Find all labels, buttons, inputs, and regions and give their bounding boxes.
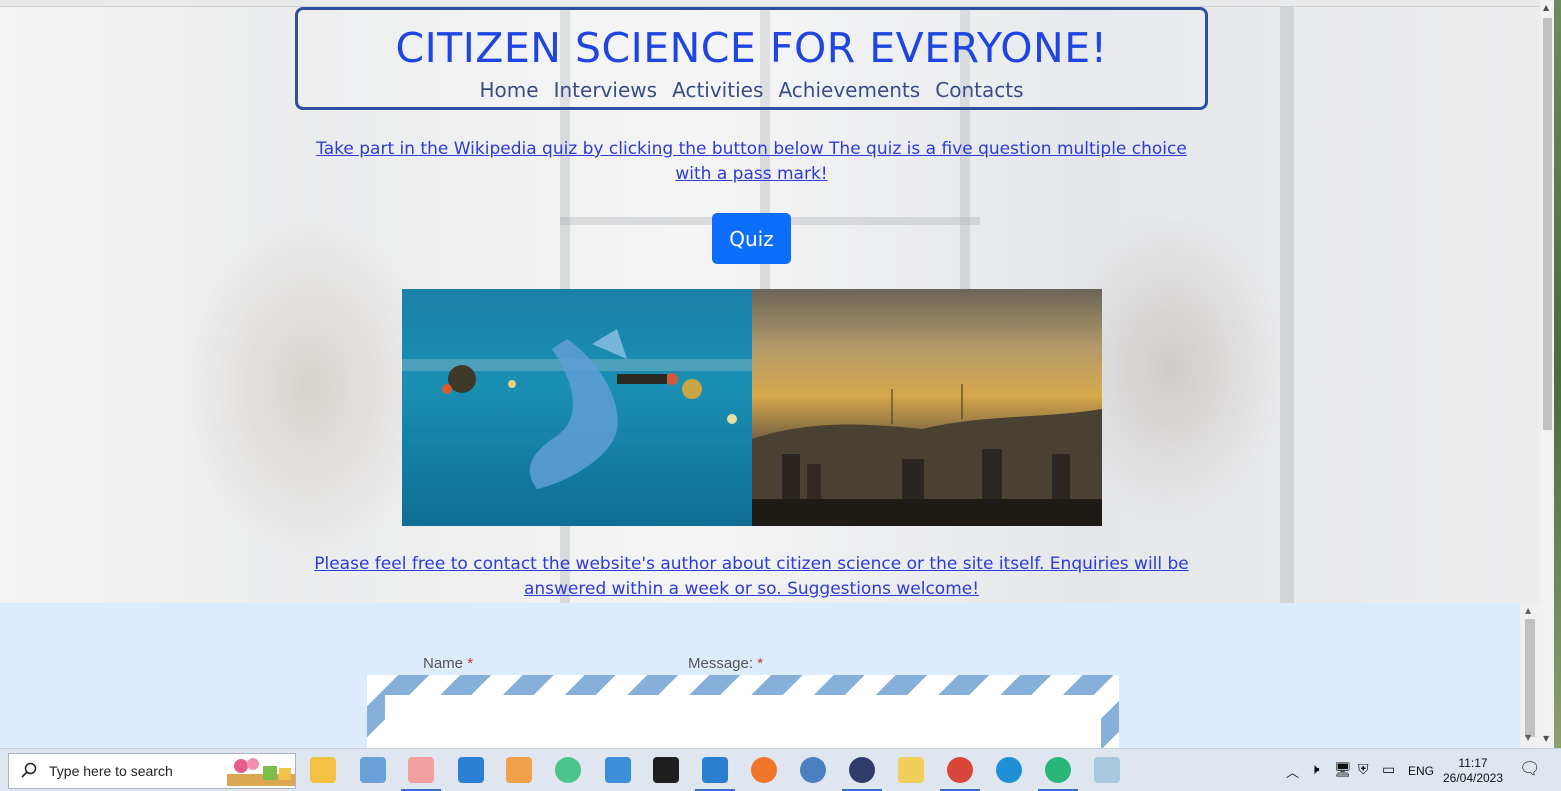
- search-highlight-icon: [227, 758, 295, 786]
- chat-app-icon[interactable]: [1045, 757, 1071, 783]
- form-scrollbar[interactable]: ▲ ▼: [1520, 603, 1540, 748]
- site-title: CITIZEN SCIENCE FOR EVERYONE!: [395, 24, 1108, 72]
- taskbar-search[interactable]: Type here to search: [8, 753, 296, 789]
- firefox-icon[interactable]: [751, 757, 777, 783]
- paint-icon[interactable]: [360, 757, 386, 783]
- contact-invitation-link[interactable]: Please feel free to contact the website'…: [295, 552, 1208, 602]
- nav-home[interactable]: Home: [479, 78, 538, 102]
- contact-form-section: Name * Message: *: [0, 603, 1540, 748]
- page-scrollbar-thumb[interactable]: [1543, 18, 1552, 430]
- contact-form-envelope: [367, 675, 1119, 748]
- control-panel-icon[interactable]: [605, 757, 631, 783]
- browser-viewport: CITIZEN SCIENCE FOR EVERYONE! Home Inter…: [0, 0, 1540, 748]
- windows-taskbar: Type here to search ︿ 🕨 🖥 ⛨ ▭ ENG 11:17 …: [0, 748, 1561, 791]
- battery-icon[interactable]: ▭: [1382, 761, 1395, 778]
- clock-time: 11:17: [1458, 756, 1488, 770]
- show-hidden-icons-icon[interactable]: ︿: [1286, 762, 1299, 781]
- name-label: Name *: [423, 655, 474, 672]
- volume-icon[interactable]: 🕨: [1310, 761, 1319, 778]
- chrome-icon[interactable]: [947, 757, 973, 783]
- main-nav: Home Interviews Activities Achievements …: [298, 78, 1205, 102]
- network-icon[interactable]: 🖥: [1334, 761, 1352, 778]
- quiz-intro-link[interactable]: Take part in the Wikipedia quiz by click…: [305, 137, 1198, 187]
- search-placeholder: Type here to search: [49, 763, 173, 779]
- notes-app-icon[interactable]: [408, 757, 434, 783]
- security-shield-icon[interactable]: ⛨: [1358, 761, 1369, 778]
- media-player-icon[interactable]: [506, 757, 532, 783]
- page-scrollbar[interactable]: ▲ ▼: [1540, 0, 1554, 748]
- form-scrollbar-thumb[interactable]: [1525, 619, 1535, 737]
- quiz-button[interactable]: Quiz: [712, 213, 791, 264]
- clock-date: 26/04/2023: [1442, 771, 1504, 785]
- file-explorer-icon[interactable]: [310, 757, 336, 783]
- nav-contacts[interactable]: Contacts: [935, 78, 1023, 102]
- taskbar-clock[interactable]: 11:17 26/04/2023: [1440, 756, 1506, 786]
- virtualbox-icon[interactable]: [800, 757, 826, 783]
- nav-activities[interactable]: Activities: [672, 78, 763, 102]
- color-picker-icon[interactable]: [555, 757, 581, 783]
- nav-interviews[interactable]: Interviews: [554, 78, 657, 102]
- nav-achievements[interactable]: Achievements: [778, 78, 920, 102]
- site-header: CITIZEN SCIENCE FOR EVERYONE! Home Inter…: [295, 7, 1208, 110]
- settings-app-icon[interactable]: [458, 757, 484, 783]
- vpn-lock-icon[interactable]: [849, 757, 875, 783]
- vscode-icon[interactable]: [702, 757, 728, 783]
- desktop-background-strip: [1554, 0, 1561, 748]
- city-sunset-image: [752, 289, 1102, 526]
- notepad-icon[interactable]: [1094, 757, 1120, 783]
- terminal-icon[interactable]: [653, 757, 679, 783]
- edge-icon[interactable]: [996, 757, 1022, 783]
- message-label: Message: *: [688, 655, 764, 672]
- ocean-plastic-image: [402, 289, 752, 526]
- python-icon[interactable]: [898, 757, 924, 783]
- language-indicator[interactable]: ENG: [1408, 764, 1434, 778]
- notifications-icon[interactable]: 🗨: [1519, 759, 1541, 779]
- search-icon: [21, 762, 37, 778]
